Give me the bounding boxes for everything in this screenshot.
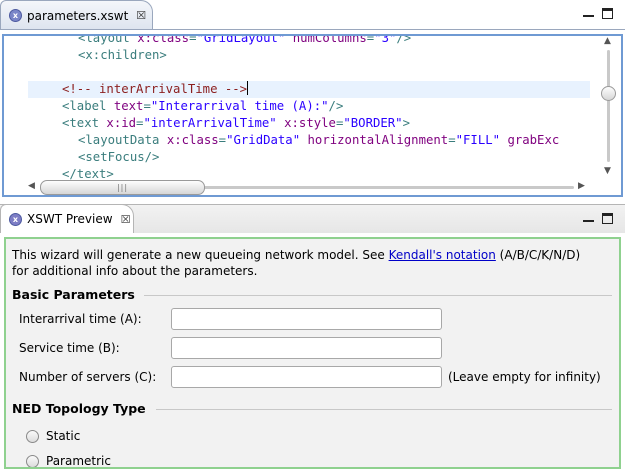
preview-tabbar: x XSWT Preview ☒	[0, 204, 625, 233]
editor-tabbar: x parameters.xswt ☒	[0, 0, 625, 30]
radio-static-label: Static	[46, 429, 81, 443]
code-line[interactable]: <text x:id="interArrivalTime" x:style="B…	[28, 115, 590, 132]
code-line[interactable]: <setFocus/>	[28, 149, 590, 166]
number-of-servers-hint: (Leave empty for infinity)	[448, 370, 601, 384]
minimize-icon[interactable]	[583, 9, 594, 17]
code-line[interactable]	[28, 64, 590, 81]
vertical-scroll-track[interactable]	[607, 50, 610, 162]
editor-tab-title: parameters.xswt	[27, 8, 129, 23]
code-token: <label	[62, 99, 114, 113]
code-text-area[interactable]: <layout x:class="GridLayout" numColumns=…	[28, 36, 590, 182]
code-token: "FILL"	[455, 133, 501, 147]
code-token: "3"	[374, 36, 397, 45]
code-token: <!-- interArrivalTime -->	[62, 82, 248, 96]
code-token: horizontalAlignment	[307, 133, 449, 147]
code-token: />	[328, 99, 344, 113]
scroll-right-icon[interactable]: ▶	[578, 181, 585, 191]
editor-view: x parameters.xswt ☒ <layout x:class="Gri…	[0, 0, 625, 199]
number-of-servers-input[interactable]	[171, 366, 442, 388]
basic-parameters-group-label: Basic Parameters	[12, 287, 135, 302]
xswt-preview-icon: x	[9, 212, 22, 226]
code-token: <setFocus/>	[78, 150, 160, 164]
code-token: <x:children>	[78, 48, 167, 62]
code-token: "BORDER"	[343, 116, 403, 130]
code-token: />	[396, 36, 412, 45]
preview-view: x XSWT Preview ☒ This wizard will genera…	[0, 204, 625, 469]
intro-text-line2: for additional info about the parameters…	[12, 264, 258, 278]
code-token: "GridData"	[226, 133, 301, 147]
code-editor[interactable]: <layout x:class="GridLayout" numColumns=…	[2, 34, 623, 197]
code-token: grabExc	[507, 133, 560, 147]
preview-tab[interactable]: x XSWT Preview ☒	[0, 204, 134, 233]
xswt-file-icon: x	[9, 9, 22, 22]
code-token: >	[402, 116, 410, 130]
code-token: "GridLayout"	[196, 36, 286, 45]
service-time-input[interactable]	[171, 337, 442, 359]
code-token: </text>	[62, 167, 114, 181]
editor-tab[interactable]: x parameters.xswt ☒	[0, 0, 153, 30]
editor-window-controls	[583, 8, 613, 19]
maximize-icon[interactable]	[602, 8, 613, 19]
code-token: x:id	[106, 116, 137, 130]
code-token: text	[113, 99, 144, 113]
tab-strip-divider	[0, 29, 625, 30]
code-token: x:class	[166, 133, 219, 147]
code-line[interactable]: <x:children>	[28, 47, 590, 64]
preview-tab-title: XSWT Preview	[27, 212, 113, 226]
radio-parametric-label: Parametric	[46, 454, 111, 468]
code-line[interactable]: <label text="Interarrival time (A):"/>	[28, 98, 590, 115]
horizontal-scrollbar[interactable]: ◀ ||| ▶	[28, 180, 590, 195]
preview-window-controls	[583, 213, 613, 224]
close-icon[interactable]: ☒	[136, 9, 146, 22]
scroll-up-icon[interactable]: ▲	[604, 36, 611, 46]
code-token: =	[218, 133, 227, 147]
intro-text: This wizard will generate a new queueing…	[12, 247, 612, 279]
scroll-left-icon[interactable]: ◀	[28, 181, 35, 191]
code-token: "interArrivalTime"	[143, 116, 277, 130]
code-token: <layoutData	[78, 133, 167, 147]
ned-topology-divider	[156, 409, 612, 410]
vertical-scroll-thumb[interactable]	[601, 86, 616, 101]
code-line[interactable]: <layoutData x:class="GridData" horizonta…	[28, 132, 590, 149]
minimize-icon[interactable]	[583, 214, 594, 222]
code-token: numColumns	[292, 36, 367, 45]
code-token: "Interarrival time (A):"	[150, 99, 329, 113]
horizontal-scroll-thumb[interactable]: |||	[40, 180, 205, 195]
code-token: x:class	[137, 36, 190, 45]
close-icon[interactable]: ☒	[121, 213, 131, 226]
radio-parametric[interactable]: Parametric	[26, 454, 111, 468]
intro-text-start: This wizard will generate a new queueing…	[12, 248, 389, 262]
interarrival-time-label: Interarrival time (A):	[19, 312, 142, 326]
basic-parameters-divider	[144, 295, 612, 296]
wizard-preview: This wizard will generate a new queueing…	[4, 237, 621, 469]
code-line[interactable]: <!-- interArrivalTime -->	[28, 81, 590, 98]
service-time-label: Service time (B):	[19, 341, 120, 355]
radio-static[interactable]: Static	[26, 429, 80, 443]
code-token: x:style	[284, 116, 336, 130]
interarrival-time-input[interactable]	[171, 308, 442, 330]
code-token: <layout	[78, 36, 138, 45]
number-of-servers-label: Number of servers (C):	[19, 370, 157, 384]
ned-topology-group-label: NED Topology Type	[12, 401, 146, 416]
code-token: =	[448, 133, 456, 147]
intro-text-end: (A/B/C/K/N/D)	[495, 248, 581, 262]
code-token: <text	[62, 116, 107, 130]
scroll-down-icon[interactable]: ▼	[604, 166, 611, 176]
maximize-icon[interactable]	[602, 213, 613, 224]
kendall-notation-link[interactable]: Kendall's notation	[389, 248, 496, 262]
text-caret	[247, 81, 249, 95]
radio-button-icon[interactable]	[26, 454, 39, 467]
code-token: =	[143, 99, 151, 113]
vertical-scrollbar[interactable]: ▲ ▼	[601, 36, 617, 180]
code-line[interactable]: <layout x:class="GridLayout" numColumns=…	[28, 36, 590, 47]
radio-button-icon[interactable]	[26, 429, 39, 443]
